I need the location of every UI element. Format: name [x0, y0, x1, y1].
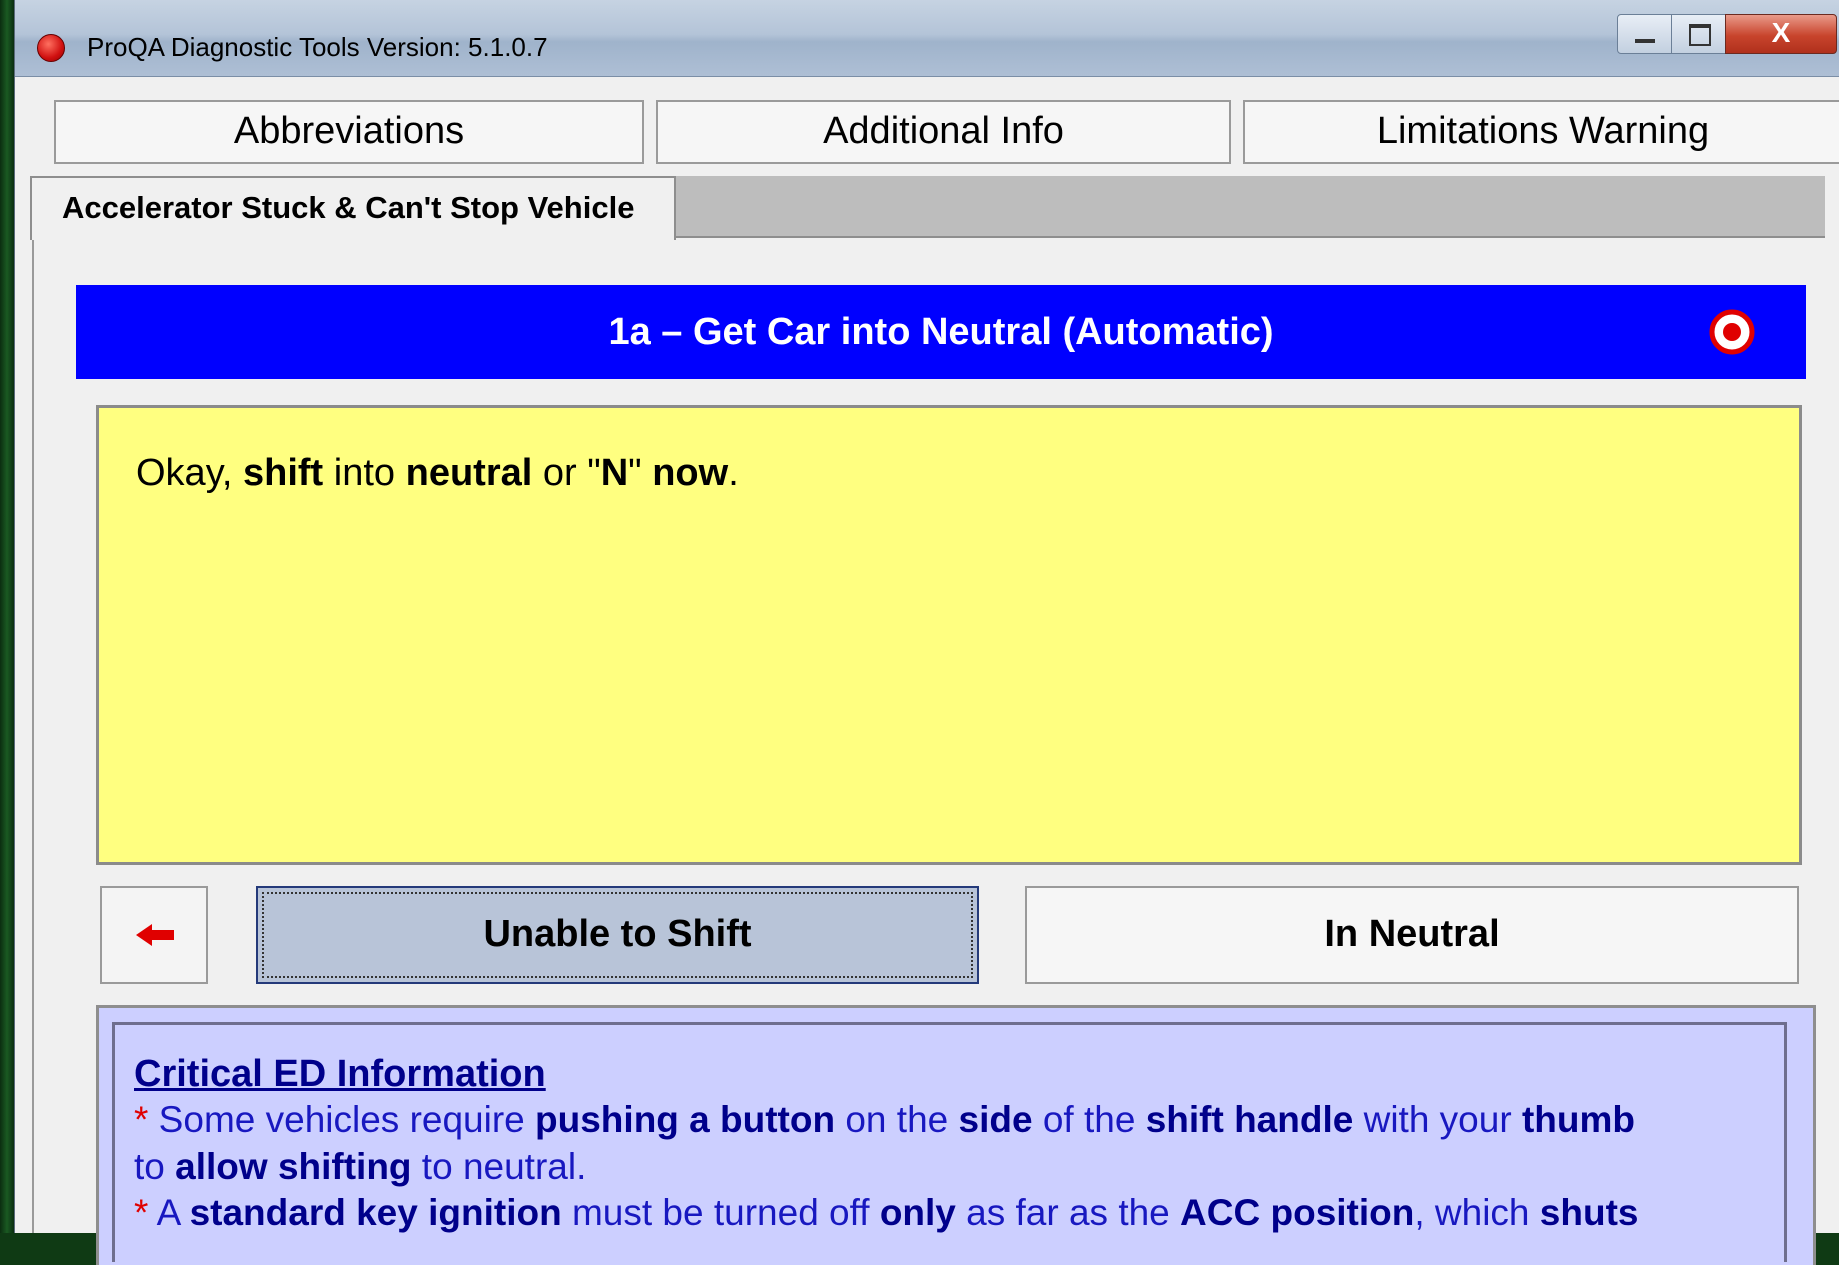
close-icon: X	[1771, 17, 1791, 48]
question-title: 1a – Get Car into Neutral (Automatic)	[608, 311, 1274, 353]
title-bar[interactable]: ProQA Diagnostic Tools Version: 5.1.0.7 …	[15, 0, 1839, 77]
info-line-1: * Some vehicles require pushing a button…	[134, 1099, 1635, 1140]
window-title: ProQA Diagnostic Tools Version: 5.1.0.7	[87, 32, 548, 62]
abbreviations-button[interactable]: Abbreviations	[54, 100, 644, 164]
left-arrow-icon	[136, 924, 174, 946]
info-line-2: to allow shifting to neutral.	[134, 1146, 587, 1187]
unable-to-shift-button[interactable]: Unable to Shift	[256, 886, 979, 984]
info-line-3: * A standard key ignition must be turned…	[134, 1192, 1639, 1233]
close-button[interactable]: X	[1725, 14, 1837, 54]
critical-info-title: Critical ED Information	[134, 1053, 546, 1095]
question-header: 1a – Get Car into Neutral (Automatic)	[76, 285, 1806, 379]
tab-accelerator-stuck[interactable]: Accelerator Stuck & Can't Stop Vehicle	[30, 176, 676, 240]
limitations-warning-button[interactable]: Limitations Warning	[1243, 100, 1839, 164]
maximize-button[interactable]	[1671, 14, 1727, 54]
back-button[interactable]	[100, 886, 208, 984]
target-icon[interactable]	[1708, 308, 1756, 356]
minimize-button[interactable]	[1617, 14, 1673, 54]
additional-info-button[interactable]: Additional Info	[656, 100, 1231, 164]
minimize-icon	[1635, 39, 1655, 43]
maximize-icon	[1689, 24, 1711, 46]
desktop-background	[0, 0, 14, 1233]
in-neutral-button[interactable]: In Neutral	[1025, 886, 1799, 984]
question-text: Okay, shift into neutral or "N" now.	[136, 452, 739, 494]
app-logo-icon	[37, 34, 65, 62]
